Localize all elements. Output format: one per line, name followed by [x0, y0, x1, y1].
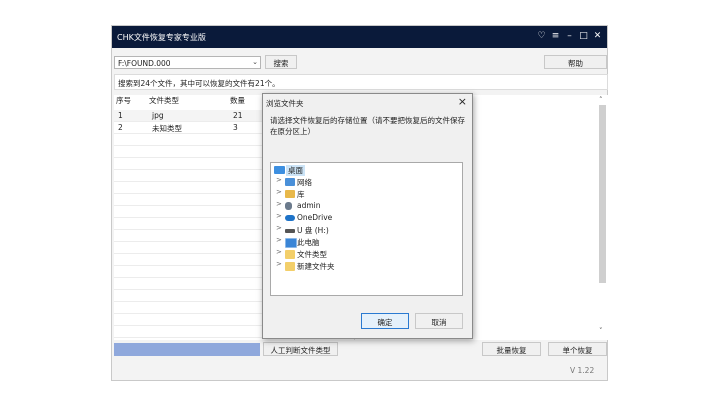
- row-count: 3: [233, 123, 238, 132]
- folder-tree: 桌面 > 网络 > 库 > admin > OneDrive > U 盘 (H:…: [270, 162, 463, 296]
- cancel-button[interactable]: 取消: [415, 313, 463, 329]
- tree-item-library[interactable]: > 库: [271, 188, 462, 200]
- dialog-message: 请选择文件恢复后的存储位置（请不要把恢复后的文件保存在原分区上）: [270, 116, 465, 136]
- row-type: jpg: [152, 111, 164, 120]
- row-no: 1: [118, 111, 123, 120]
- tree-item-new-folder[interactable]: > 新建文件夹: [271, 260, 462, 272]
- chevron-right-icon[interactable]: >: [276, 212, 282, 220]
- tree-item-usb-drive[interactable]: > U 盘 (H:): [271, 224, 462, 236]
- tree-item-label: 文件类型: [297, 250, 327, 259]
- library-icon: [285, 190, 295, 198]
- title-bar: CHK文件恢复专家专业版 ♡ ≡ – □ ✕: [112, 26, 607, 48]
- maximize-icon[interactable]: □: [578, 31, 589, 42]
- skin-icon[interactable]: ♡: [536, 31, 547, 42]
- computer-icon: [285, 238, 297, 248]
- chevron-right-icon[interactable]: >: [276, 224, 282, 232]
- chevron-right-icon[interactable]: >: [276, 260, 282, 268]
- version-label: V 1.22: [570, 366, 595, 375]
- row-type: 未知类型: [152, 124, 182, 133]
- tree-item-label: 新建文件夹: [297, 262, 335, 271]
- tree-item-label: 网络: [297, 178, 312, 187]
- status-text: 搜索到24个文件，其中可以恢复的文件有21个。: [118, 79, 280, 88]
- menu-icon[interactable]: ≡: [550, 31, 561, 42]
- column-header-no: 序号: [116, 96, 131, 105]
- row-count: 21: [233, 111, 243, 120]
- row-no: 2: [118, 123, 123, 132]
- folder-icon: [285, 250, 295, 259]
- column-header-count: 数量: [230, 96, 245, 105]
- search-button[interactable]: 搜索: [265, 55, 297, 69]
- tree-item-this-pc[interactable]: > 此电脑: [271, 236, 462, 248]
- tree-item-label: 此电脑: [297, 238, 320, 247]
- help-button[interactable]: 帮助: [544, 55, 607, 69]
- desktop-icon: [274, 166, 285, 174]
- progress-bar: [114, 343, 260, 356]
- chevron-right-icon[interactable]: >: [276, 176, 282, 184]
- network-icon: [285, 178, 295, 186]
- single-recover-button[interactable]: 单个恢复: [548, 342, 607, 356]
- user-icon: [285, 202, 292, 210]
- close-icon[interactable]: ×: [458, 95, 467, 108]
- chevron-right-icon[interactable]: >: [276, 248, 282, 256]
- tree-item-onedrive[interactable]: > OneDrive: [271, 212, 462, 224]
- browse-folder-dialog: 浏览文件夹 × 请选择文件恢复后的存储位置（请不要把恢复后的文件保存在原分区上）…: [262, 93, 473, 339]
- manual-type-button[interactable]: 人工判断文件类型: [263, 342, 338, 356]
- scroll-down-icon[interactable]: ˅: [599, 327, 603, 335]
- tree-item-network[interactable]: > 网络: [271, 176, 462, 188]
- batch-recover-button[interactable]: 批量恢复: [482, 342, 541, 356]
- tree-item-file-types[interactable]: > 文件类型: [271, 248, 462, 260]
- path-select[interactable]: F:\FOUND.000 ⌄: [114, 56, 261, 69]
- tree-item-label: 库: [297, 190, 305, 199]
- minimize-icon[interactable]: –: [564, 31, 575, 42]
- column-header-type: 文件类型: [149, 96, 179, 105]
- folder-icon: [285, 262, 295, 271]
- scroll-up-icon[interactable]: ˄: [599, 96, 603, 104]
- dialog-title: 浏览文件夹: [266, 99, 304, 108]
- tree-item-label: admin: [297, 201, 321, 210]
- cloud-icon: [285, 215, 295, 221]
- window-title: CHK文件恢复专家专业版: [117, 33, 206, 42]
- ok-button[interactable]: 确定: [361, 313, 409, 329]
- chevron-right-icon[interactable]: >: [276, 200, 282, 208]
- scrollbar-thumb[interactable]: [599, 105, 606, 283]
- tree-item-label: 桌面: [286, 165, 305, 176]
- chevron-right-icon[interactable]: >: [276, 188, 282, 196]
- status-bar: 搜索到24个文件，其中可以恢复的文件有21个。: [114, 74, 608, 90]
- tree-item-admin[interactable]: > admin: [271, 200, 462, 212]
- path-value: F:\FOUND.000: [118, 59, 171, 68]
- close-icon[interactable]: ✕: [592, 31, 603, 42]
- chevron-right-icon[interactable]: >: [276, 236, 282, 244]
- chevron-down-icon: ⌄: [252, 58, 258, 66]
- tree-item-label: OneDrive: [297, 213, 333, 222]
- tree-item-label: U 盘 (H:): [297, 226, 329, 235]
- tree-item-desktop[interactable]: 桌面: [271, 164, 462, 176]
- drive-icon: [285, 229, 295, 233]
